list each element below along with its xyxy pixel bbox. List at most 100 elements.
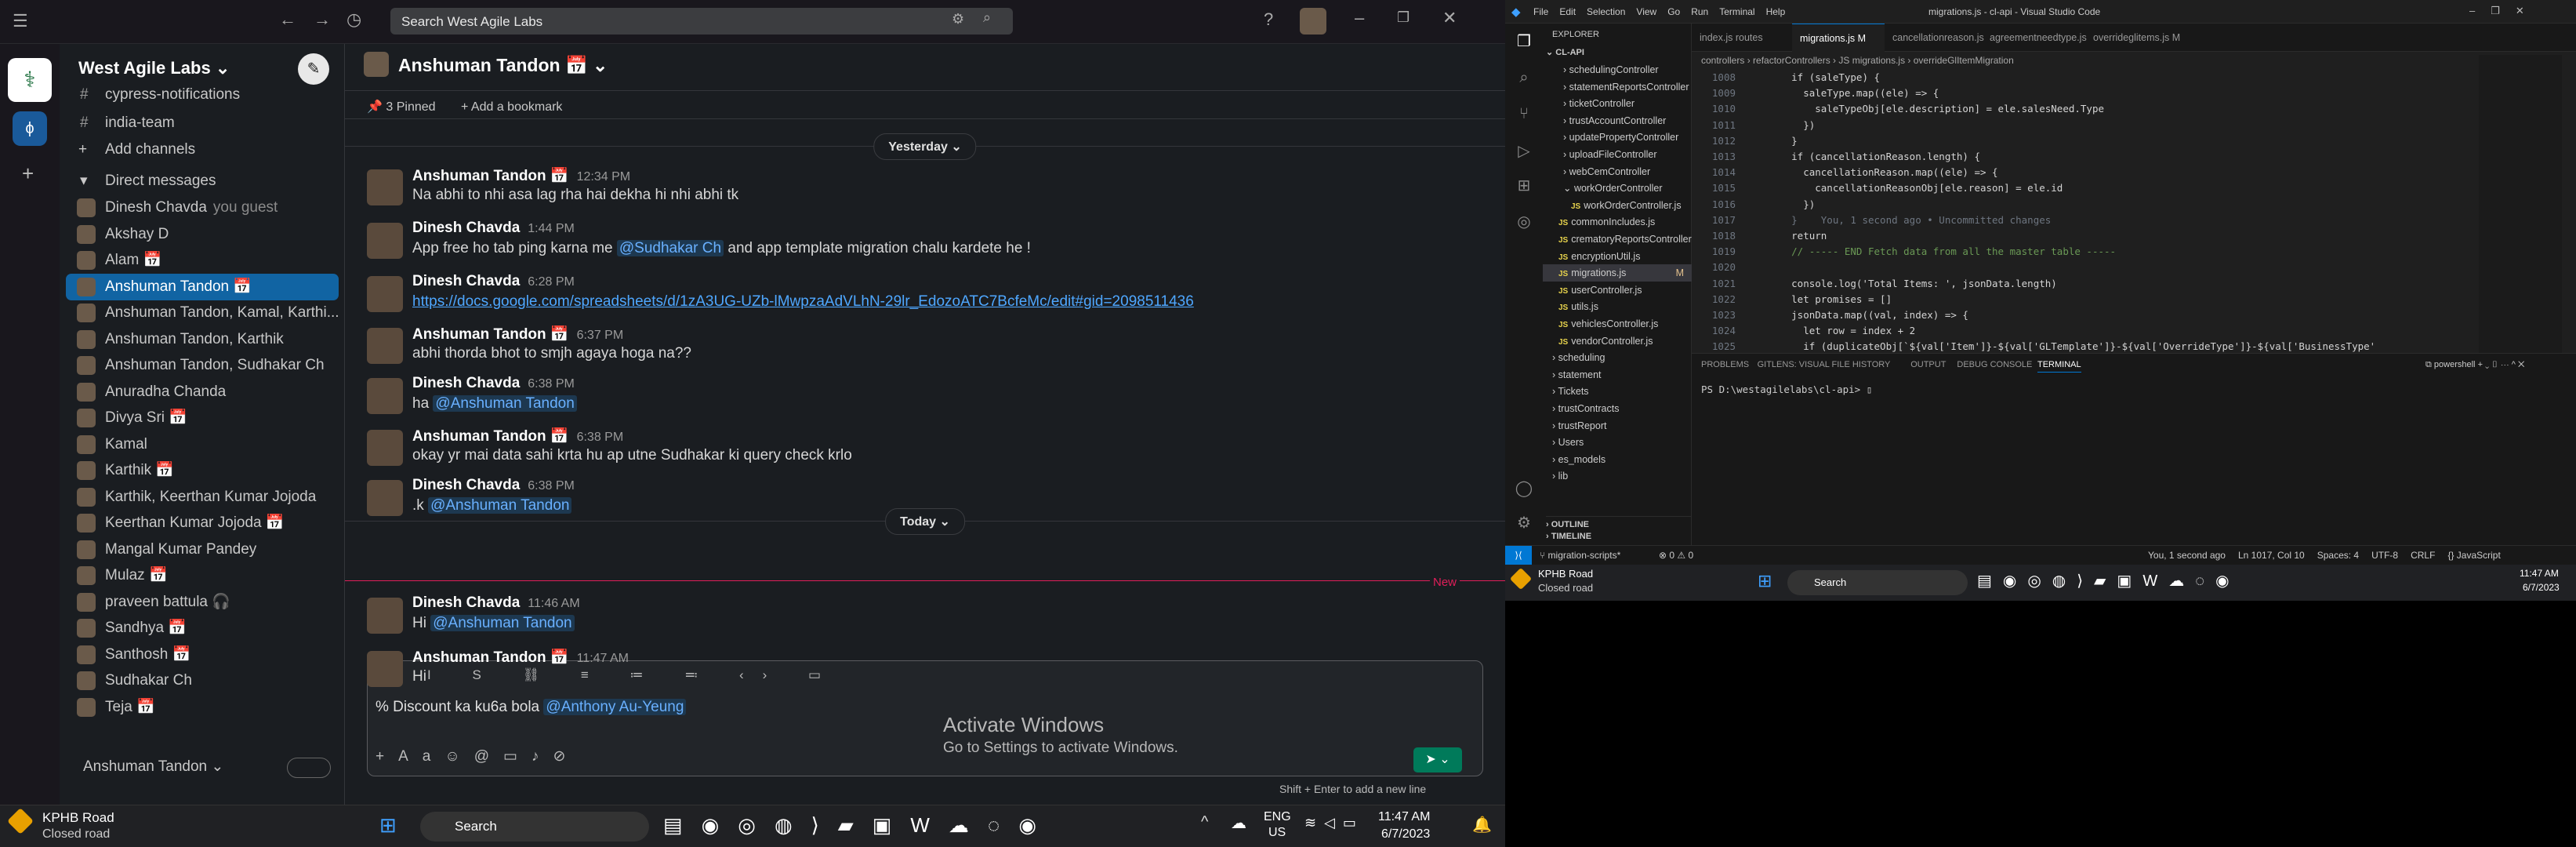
settings-gear-icon[interactable]: ⚙ [1513, 513, 1535, 535]
search-icon[interactable]: ⌕ [1513, 69, 1535, 91]
message-time[interactable]: 6:38 PM [528, 377, 575, 391]
sidebar-channel[interactable]: # india-team [60, 110, 344, 136]
add-workspace-icon[interactable]: + [22, 162, 34, 186]
message-author[interactable]: Dinesh Chavda 6:38 PM [412, 477, 575, 494]
taskbar-search[interactable]: Search [1787, 570, 1968, 595]
message-composer[interactable]: B I S ⛓ ≡ ≔ ≕ ‹› ▭ % Discount ka ku6a bo… [367, 660, 1483, 776]
avatar[interactable] [367, 430, 403, 466]
message-time[interactable]: 6:37 PM [577, 329, 624, 342]
tree-item[interactable]: › statement [1543, 366, 1692, 384]
windows-start-icon[interactable]: ⊞ [1758, 571, 1772, 591]
message-time[interactable]: 11:46 AM [528, 597, 579, 610]
dm-item[interactable]: Karthik 📅 [60, 457, 344, 484]
author-name[interactable]: Anshuman Tandon 📅 [412, 649, 569, 666]
tree-item[interactable]: JS vehiclesController.js [1543, 315, 1692, 333]
dm-item[interactable]: Dinesh Chavda you guest [60, 194, 344, 221]
clock-date[interactable]: 6/7/2023 [2523, 582, 2560, 593]
filter-icon[interactable]: ⚙ [952, 11, 964, 27]
avatar[interactable] [367, 651, 403, 687]
lang-2[interactable]: US [1268, 826, 1286, 840]
panel-tab[interactable]: DEBUG CONSOLE [1957, 360, 2032, 369]
dm-item[interactable]: Anshuman Tandon, Sudhakar Ch [60, 352, 344, 379]
editor-tab[interactable]: index.js routes [1692, 24, 1792, 52]
message-author[interactable]: Dinesh Chavda 1:44 PM [412, 220, 575, 237]
composer-input[interactable]: % Discount ka ku6a bola @Anthony Au-Yeun… [376, 699, 687, 716]
problems-count[interactable]: ⊗ 0 ⚠ 0 [1659, 550, 1693, 561]
dm-item[interactable]: Sandhya 📅 [60, 615, 344, 642]
lang-1[interactable]: ENG [1264, 810, 1291, 824]
dm-item[interactable]: Teja 📅 [60, 694, 344, 721]
dm-item[interactable]: Divya Sri 📅 [60, 405, 344, 431]
avatar[interactable] [367, 378, 403, 414]
author-name[interactable]: Anshuman Tandon 📅 [412, 326, 569, 343]
mention[interactable]: @Anshuman Tandon [433, 395, 577, 412]
editor-tab[interactable]: overrideglitems.js M [2085, 24, 2193, 52]
explorer-icon[interactable]: ❐ [1513, 31, 1535, 53]
editor-tab[interactable]: agreementneedtype.js [1982, 24, 2087, 52]
author-name[interactable]: Dinesh Chavda [412, 594, 520, 611]
taskbar-apps[interactable]: ▤◉◎◍⟩▰▣W☁◌◉ [663, 813, 1055, 838]
tree-item[interactable]: JS vendorController.js [1543, 333, 1692, 350]
terminal-shell[interactable]: ⧉ powershell + ⌄ ▯ ⋯ ^ ✕ [2425, 360, 2524, 370]
tray-icons[interactable]: ≋◁▭ [1304, 815, 1364, 831]
dm-item[interactable]: Sudhakar Ch [60, 667, 344, 694]
notification-icon[interactable]: 🔔 [1472, 815, 1492, 834]
avatar[interactable] [367, 169, 403, 205]
editor-tab[interactable]: migrations.js M [1792, 24, 1885, 52]
status-item[interactable]: You, 1 second ago [2148, 550, 2226, 561]
menu-item[interactable]: Selection [1587, 6, 1625, 17]
status-item[interactable]: UTF-8 [2371, 550, 2398, 561]
channel-title[interactable]: Anshuman Tandon 📅 ⌄ [398, 55, 608, 76]
timeline-section[interactable]: › TIMELINE [1546, 532, 1591, 541]
clock-date[interactable]: 6/7/2023 [1381, 827, 1430, 842]
weather-title[interactable]: KPHB Road [1538, 568, 1593, 580]
tree-item[interactable]: JS workOrderController.js [1543, 197, 1692, 214]
message-author[interactable]: Anshuman Tandon 📅 12:34 PM [412, 166, 630, 185]
mention[interactable]: @Anshuman Tandon [430, 615, 575, 631]
link[interactable]: https://docs.google.com/spreadsheets/d/1… [412, 293, 1194, 310]
editor-tab[interactable]: cancellationreason.js [1885, 24, 1984, 52]
dm-item[interactable]: Alam 📅 [60, 247, 344, 274]
menu-item[interactable]: View [1636, 6, 1656, 17]
gitlens-icon[interactable]: ◎ [1513, 212, 1535, 234]
dm-item[interactable]: Karthik, Keerthan Kumar Jojoda [60, 484, 344, 511]
workspace-root[interactable]: ⌄ CL-API [1546, 47, 1584, 57]
message-author[interactable]: Anshuman Tandon 📅 6:38 PM [412, 427, 623, 445]
dm-item[interactable]: Santhosh 📅 [60, 642, 344, 668]
huddle-toggle[interactable] [287, 758, 331, 778]
search-icon[interactable]: ⌕ [983, 9, 991, 26]
code-view[interactable]: 1008 if (saleType) {1009 saleType.map((e… [1692, 69, 2576, 353]
git-branch[interactable]: ⑂ migration-scripts* [1540, 550, 1620, 561]
panel-tab[interactable]: GITLENS: VISUAL FILE HISTORY [1758, 360, 1891, 369]
tree-item[interactable]: › trustReport [1543, 417, 1692, 434]
run-debug-icon[interactable]: ▷ [1513, 141, 1535, 163]
close-icon[interactable]: ✕ [1442, 8, 1457, 28]
terminal-prompt[interactable]: PS D:\westagilelabs\cl-api> ▯ [1701, 384, 1872, 395]
tree-item[interactable]: JS encryptionUtil.js [1543, 248, 1692, 265]
tree-item[interactable]: › Users [1543, 434, 1692, 451]
account-icon[interactable]: ◯ [1513, 478, 1535, 500]
tree-item[interactable]: › webCemController [1543, 163, 1692, 180]
menu-icon[interactable]: ☰ [13, 11, 28, 31]
search-input[interactable]: Search West Agile Labs [390, 8, 1013, 35]
minimize-icon[interactable]: – [1355, 8, 1364, 28]
author-name[interactable]: Dinesh Chavda [412, 273, 520, 289]
footer-user[interactable]: Anshuman Tandon ⌄ [83, 758, 223, 776]
window-controls[interactable]: –❐✕ [2469, 5, 2540, 17]
author-name[interactable]: Dinesh Chavda [412, 375, 520, 391]
workspace-icon-1[interactable]: ⚕ [8, 58, 52, 102]
tree-item[interactable]: JS userController.js [1543, 282, 1692, 299]
menu-item[interactable]: File [1533, 6, 1548, 17]
tree-item[interactable]: JS migrations.js M [1543, 264, 1692, 282]
cloud-icon[interactable]: ☁ [1231, 813, 1246, 833]
taskbar-search[interactable]: Search [420, 812, 649, 842]
day-pill[interactable]: Today ⌄ [885, 508, 965, 535]
history-icon[interactable]: ◷ [346, 9, 361, 30]
day-pill[interactable]: Yesterday ⌄ [873, 133, 977, 160]
status-item[interactable]: CRLF [2411, 550, 2435, 561]
tray-chevron-icon[interactable]: ^ [1201, 813, 1208, 831]
tree-item[interactable]: › statementReportsController [1543, 78, 1692, 96]
clock-time[interactable]: 11:47 AM [1378, 810, 1430, 824]
menu-item[interactable]: Terminal [1719, 6, 1754, 17]
tree-item[interactable]: › scheduling [1543, 349, 1692, 366]
